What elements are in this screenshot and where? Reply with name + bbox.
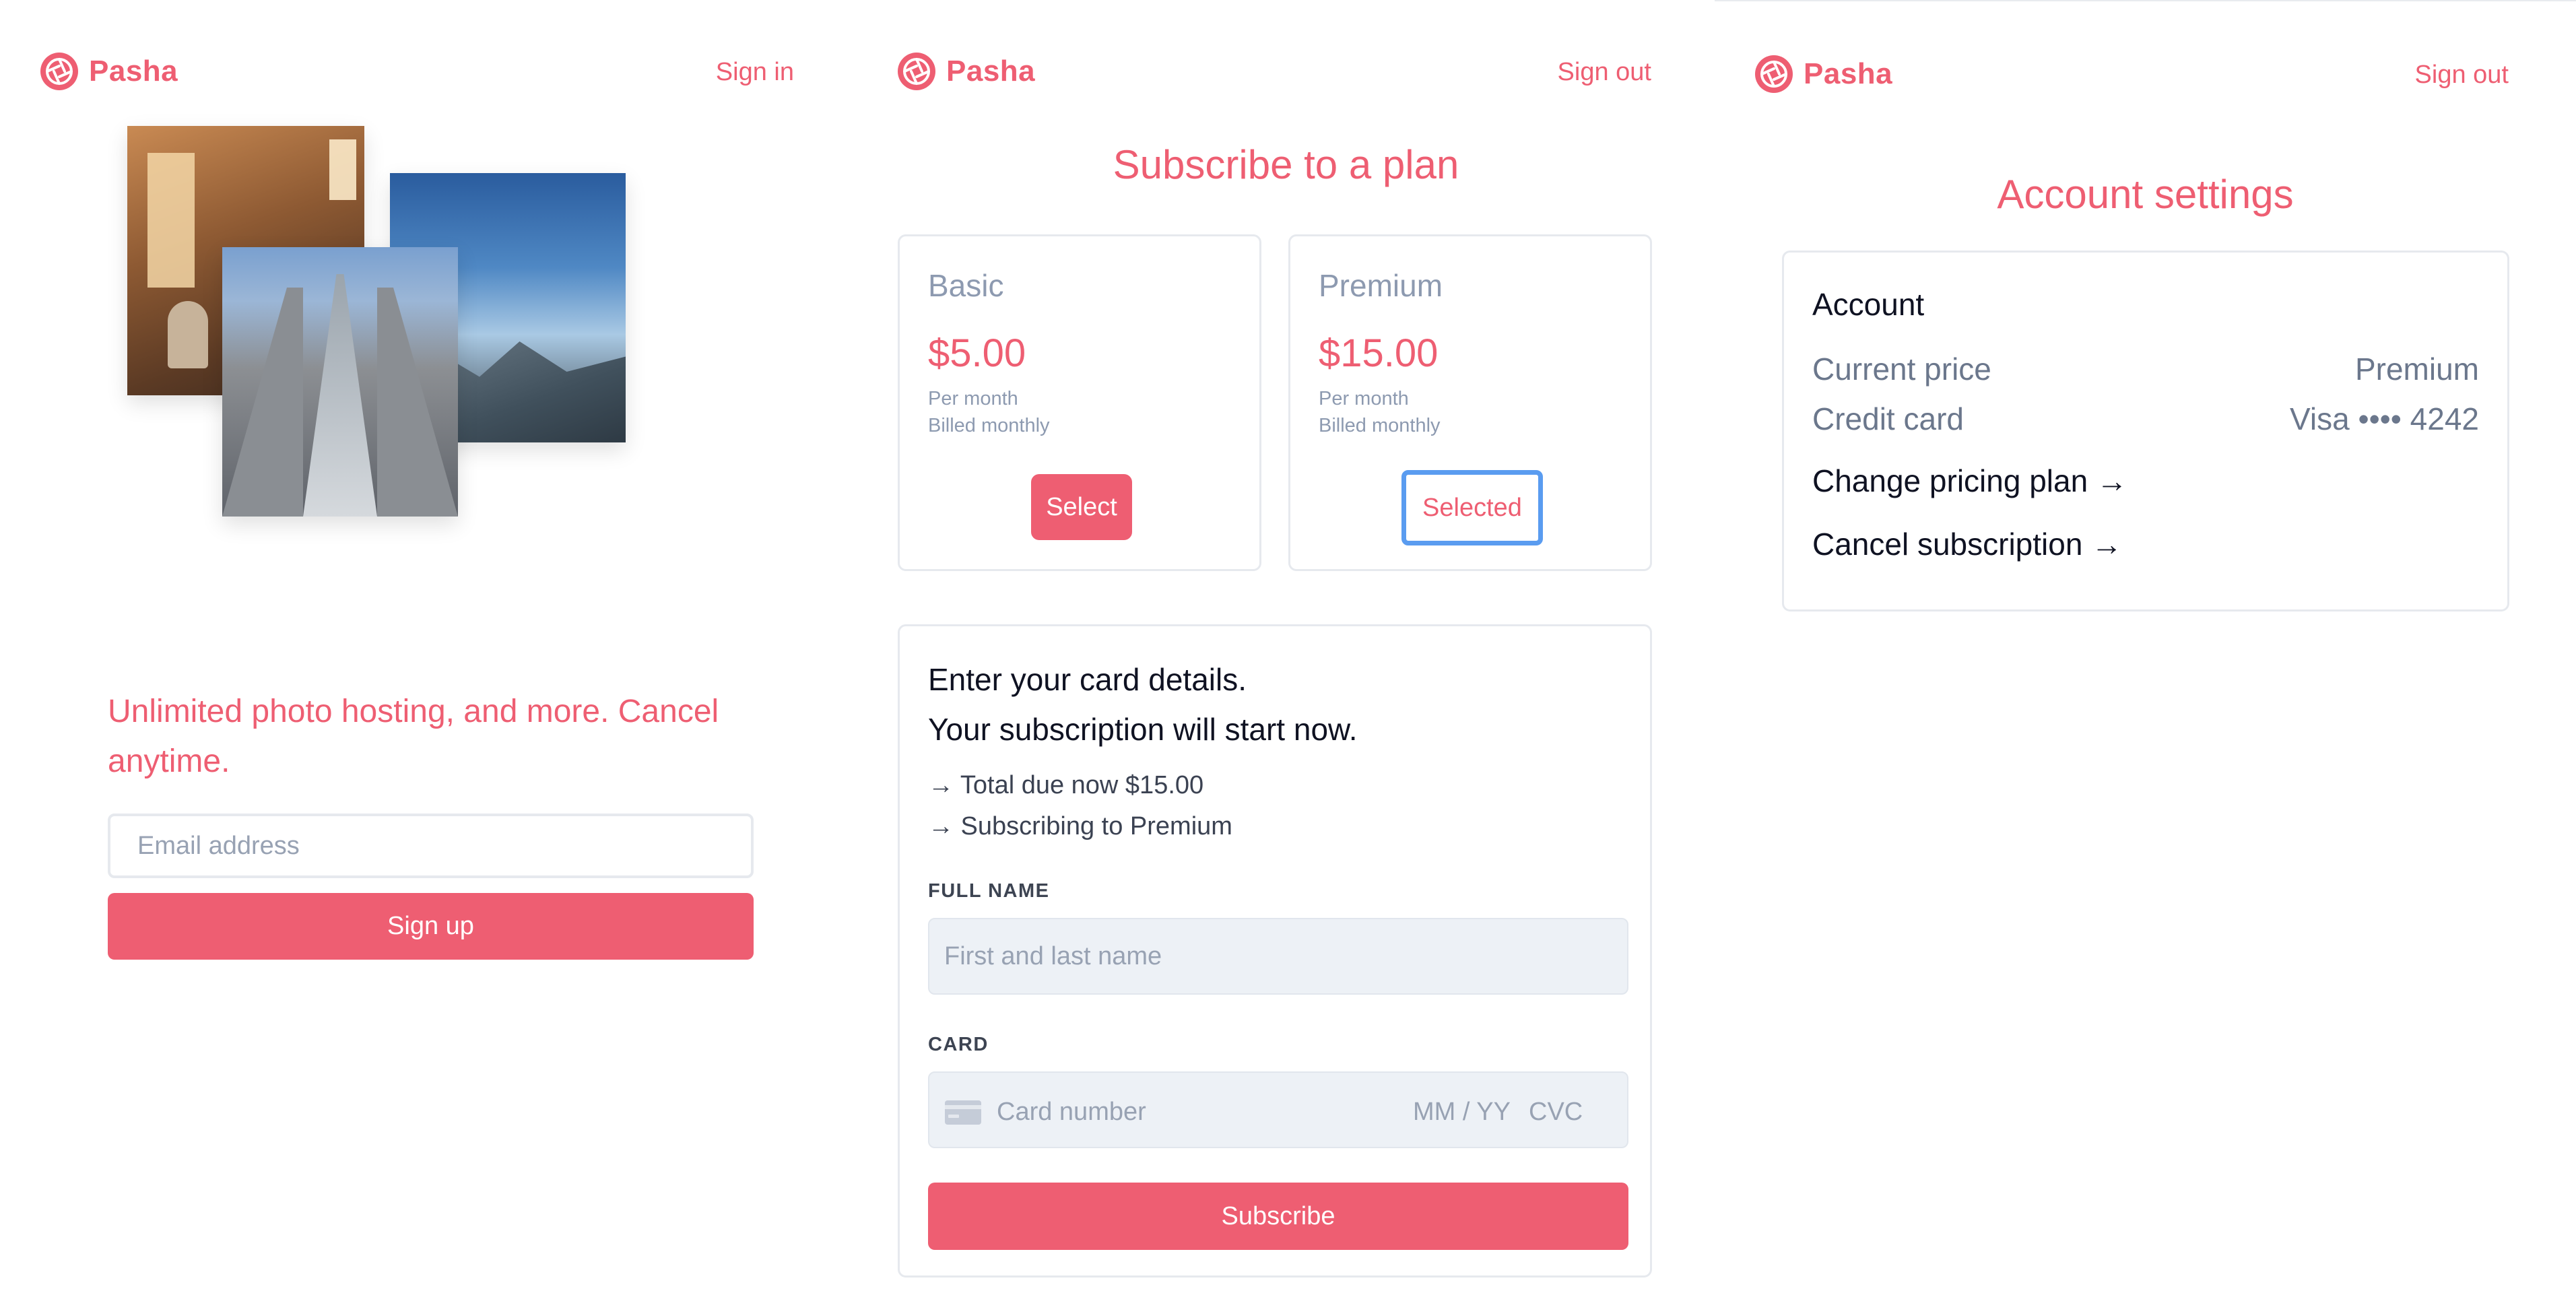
card-number-placeholder: Card number — [997, 1098, 1146, 1126]
hero-tagline: Unlimited photo hosting, and more. Cance… — [108, 694, 719, 779]
card-input[interactable]: Card number MM / YY CVC — [928, 1071, 1628, 1148]
plan-price: $5.00 — [928, 331, 1026, 375]
current-price-value: Premium — [2354, 352, 2479, 387]
aperture-icon — [1755, 55, 1793, 93]
payment-heading: Enter your card details. — [928, 662, 1247, 697]
plan-period: Per month — [1319, 388, 1409, 409]
page-title: Subscribe to a plan — [1113, 142, 1459, 187]
plan-period: Per month — [928, 388, 1018, 409]
card-cvc-placeholder: CVC — [1529, 1098, 1583, 1126]
selected-plan-button[interactable]: Selected — [1401, 470, 1543, 545]
landing-panel: Pasha Sign in Unlimited photo hosting, a… — [0, 0, 857, 1293]
brand-name: Pasha — [1804, 57, 1893, 90]
total-due: → Total due now $15.00 — [928, 771, 1204, 799]
account-card: Account Current price Premium Credit car… — [1782, 251, 2509, 611]
credit-card-label: Credit card — [1812, 401, 1964, 436]
header: Pasha Sign in — [0, 0, 857, 90]
page-title: Account settings — [1997, 172, 2294, 217]
credit-card-icon — [945, 1100, 981, 1125]
brand-logo[interactable]: Pasha — [1754, 54, 1892, 94]
account-heading: Account — [1812, 287, 1925, 322]
header: Pasha Sign out — [857, 0, 1715, 90]
plan-card-premium: Premium $15.00 Per month Billed monthly … — [1288, 234, 1652, 571]
sign-up-button[interactable]: Sign up — [108, 893, 754, 960]
email-input[interactable] — [108, 814, 754, 878]
plan-summary: → Subscribing to Premium — [928, 812, 1232, 840]
aperture-icon — [898, 53, 935, 90]
brand-name: Pasha — [946, 55, 1036, 88]
account-panel: Pasha Sign out Account settings Account … — [1715, 0, 2576, 1293]
payment-form: Enter your card details. Your subscripti… — [898, 624, 1652, 1278]
card-label: CARD — [928, 1034, 989, 1055]
full-name-input[interactable] — [928, 918, 1628, 995]
header: Pasha Sign out — [1715, 1, 2576, 93]
subscribe-button[interactable]: Subscribe — [928, 1183, 1628, 1250]
sign-out-link[interactable]: Sign out — [2415, 61, 2509, 90]
credit-card-value: Visa •••• 4242 — [2290, 401, 2479, 436]
plan-price: $15.00 — [1319, 331, 1439, 375]
sign-in-link[interactable]: Sign in — [716, 58, 794, 87]
brand-logo[interactable]: Pasha — [39, 51, 178, 92]
aperture-icon — [40, 53, 78, 90]
plan-billing: Billed monthly — [928, 415, 1050, 436]
card-expiry-placeholder: MM / YY — [1413, 1098, 1511, 1126]
plan-name: Premium — [1319, 268, 1443, 303]
payment-subheading: Your subscription will start now. — [928, 712, 1358, 747]
full-name-label: FULL NAME — [928, 880, 1050, 902]
photo-railway — [222, 247, 458, 517]
sign-out-link[interactable]: Sign out — [1558, 58, 1651, 87]
plan-card-basic: Basic $5.00 Per month Billed monthly Sel… — [898, 234, 1261, 571]
plan-billing: Billed monthly — [1319, 415, 1441, 436]
cancel-subscription-link[interactable]: Cancel subscription → — [1812, 526, 2122, 562]
select-plan-button[interactable]: Select — [1031, 474, 1132, 540]
current-price-label: Current price — [1812, 352, 1991, 387]
subscribe-panel: Pasha Sign out Subscribe to a plan Basic… — [857, 0, 1715, 1293]
plan-name: Basic — [928, 268, 1004, 303]
change-plan-link[interactable]: Change pricing plan → — [1812, 463, 2127, 499]
brand-name: Pasha — [89, 55, 178, 88]
brand-logo[interactable]: Pasha — [896, 51, 1035, 92]
